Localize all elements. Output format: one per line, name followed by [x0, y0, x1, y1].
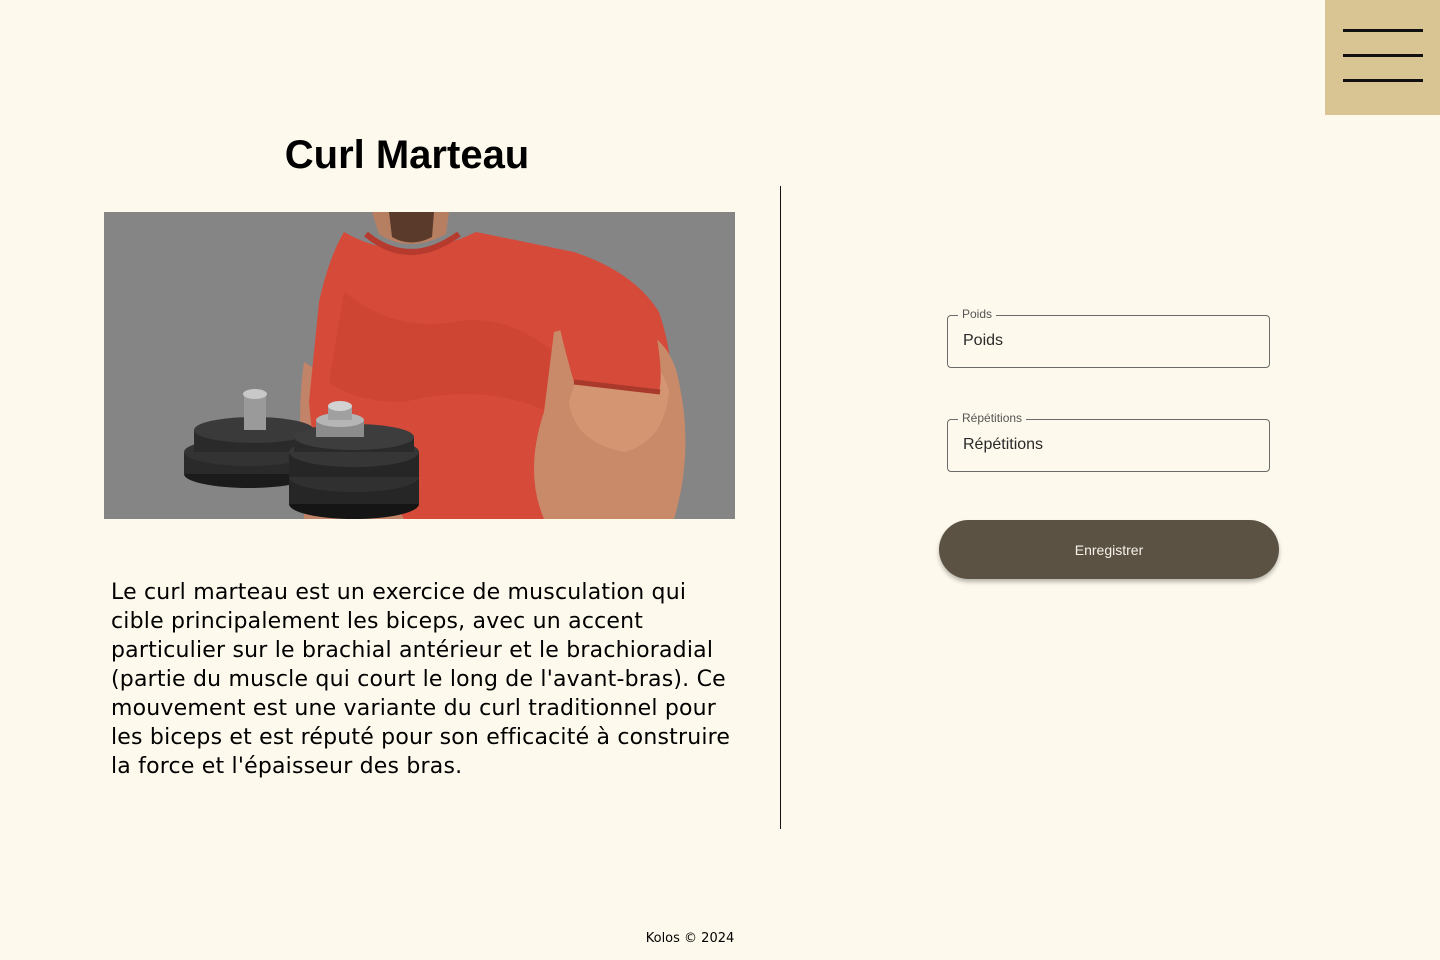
save-button[interactable]: Enregistrer	[939, 520, 1279, 579]
hamburger-menu-icon-line	[1343, 54, 1423, 57]
weight-field: Poids	[947, 307, 1270, 368]
exercise-description: Le curl marteau est un exercice de muscu…	[111, 580, 731, 779]
weight-input[interactable]	[948, 316, 1267, 366]
hamburger-menu-icon-line	[1343, 79, 1423, 82]
reps-input[interactable]	[948, 420, 1267, 470]
page-title: Curl Marteau	[284, 133, 530, 177]
vertical-divider	[780, 186, 781, 829]
hamburger-menu-icon	[1343, 29, 1423, 32]
footer-copyright: Kolos © 2024	[645, 931, 735, 946]
reps-field: Répétitions	[947, 411, 1270, 472]
menu-button[interactable]	[1325, 0, 1440, 115]
exercise-photo	[104, 212, 735, 519]
